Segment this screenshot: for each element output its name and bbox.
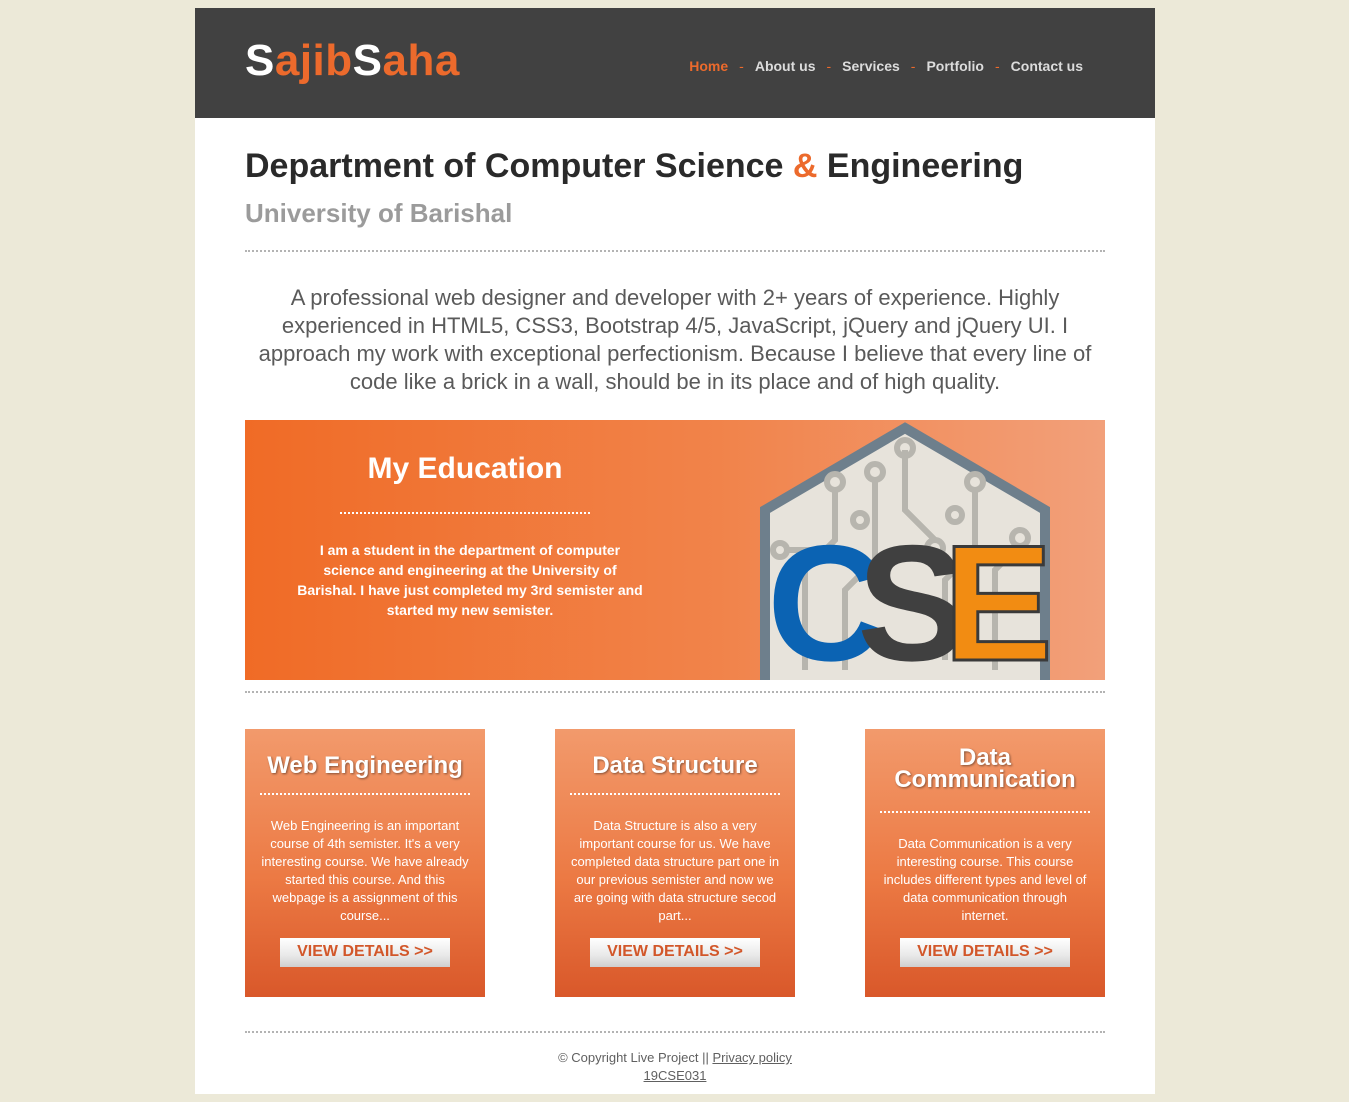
privacy-policy-link[interactable]: Privacy policy — [712, 1050, 791, 1065]
nav-services[interactable]: Services — [842, 58, 900, 74]
course-card-data-structure: Data Structure Data Structure is also a … — [555, 729, 795, 997]
divider — [245, 250, 1105, 252]
nav-separator: - — [910, 58, 916, 74]
education-divider — [340, 512, 590, 514]
course-card-web-engineering: Web Engineering Web Engineering is an im… — [245, 729, 485, 997]
card-text: Web Engineering is an important course o… — [261, 818, 469, 923]
footer-line: 19CSE031 — [195, 1067, 1155, 1085]
nav-separator: - — [994, 58, 1000, 74]
divider — [245, 1031, 1105, 1033]
nav-contact-us[interactable]: Contact us — [1011, 58, 1083, 74]
main-nav: Home - About us - Services - Portfolio -… — [689, 58, 1083, 74]
page-title: Department of Computer Science & Enginee… — [245, 147, 1024, 185]
course-card-data-communication: Data Communication Data Communication is… — [865, 729, 1105, 997]
site-logo[interactable]: SajibSaha — [245, 36, 460, 86]
nav-portfolio[interactable]: Portfolio — [926, 58, 984, 74]
copyright-text: © Copyright Live Project || — [558, 1050, 713, 1065]
student-id-link[interactable]: 19CSE031 — [644, 1068, 707, 1083]
footer-line: © Copyright Live Project || Privacy poli… — [195, 1049, 1155, 1067]
card-title: Data Structure — [592, 752, 758, 779]
card-divider — [880, 811, 1090, 813]
view-details-button[interactable]: VIEW DETAILS >> — [280, 938, 450, 967]
divider — [245, 691, 1105, 693]
view-details-button[interactable]: VIEW DETAILS >> — [590, 938, 760, 967]
nav-separator: - — [826, 58, 832, 74]
card-text: Data Communication is a very interesting… — [883, 836, 1087, 923]
logo-letter-e: E — [943, 511, 1053, 680]
education-text: I am a student in the department of comp… — [297, 542, 643, 618]
site-header: SajibSaha Home - About us - Services - P… — [195, 8, 1155, 118]
card-divider — [570, 793, 780, 795]
education-title: My Education — [367, 452, 563, 485]
card-divider — [260, 793, 470, 795]
view-details-button[interactable]: VIEW DETAILS >> — [900, 938, 1070, 967]
intro-paragraph: A professional web designer and develope… — [258, 285, 1092, 394]
page-subtitle: University of Barishal — [245, 198, 513, 228]
card-text: Data Structure is also a very important … — [570, 818, 780, 923]
site-footer: © Copyright Live Project || Privacy poli… — [195, 1049, 1155, 1085]
cse-logo-image: C S E — [760, 422, 1055, 680]
card-title: Web Engineering — [267, 752, 463, 779]
card-title: Data Communication — [894, 744, 1076, 793]
education-banner: My Education I am a student in the depar… — [245, 420, 1105, 680]
page-container: SajibSaha Home - About us - Services - P… — [195, 8, 1155, 1094]
nav-home[interactable]: Home — [689, 58, 728, 74]
nav-separator: - — [739, 58, 744, 74]
nav-about-us[interactable]: About us — [755, 58, 816, 74]
